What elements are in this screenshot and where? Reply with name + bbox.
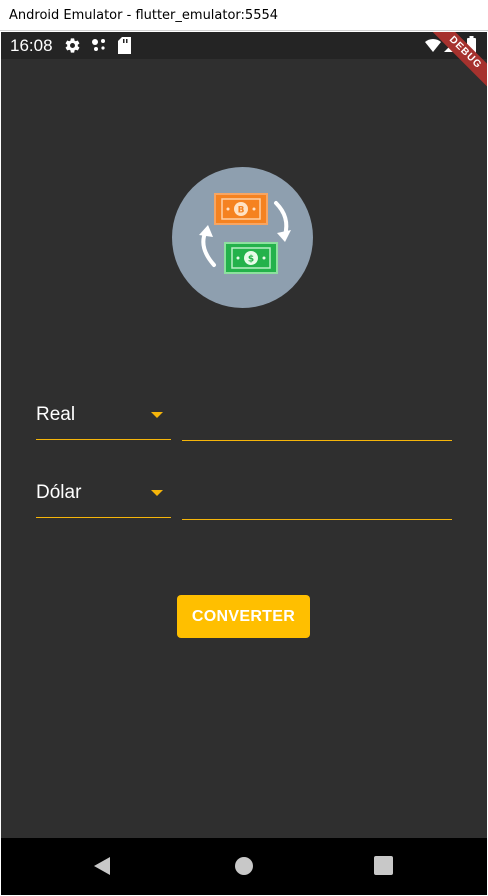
home-icon[interactable] xyxy=(234,856,254,881)
from-amount-input[interactable] xyxy=(182,400,452,441)
to-amount-input[interactable] xyxy=(182,479,452,520)
to-currency-dropdown[interactable]: Dólar xyxy=(36,477,171,518)
phone-screen: 16:08 DEBUG B $ Real Dólar CONVERTER xyxy=(1,32,487,895)
svg-text:B: B xyxy=(238,206,245,216)
wifi-icon xyxy=(425,38,441,57)
dropdown-arrow-icon xyxy=(151,412,163,418)
dropdown-arrow-icon xyxy=(151,490,163,496)
recents-icon[interactable] xyxy=(374,856,393,880)
to-currency-label: Dólar xyxy=(36,482,82,503)
status-time: 16:08 xyxy=(10,36,53,55)
navigation-bar xyxy=(1,838,487,895)
convert-button[interactable]: CONVERTER xyxy=(177,595,310,638)
from-currency-label: Real xyxy=(36,404,76,425)
gear-icon xyxy=(64,37,81,59)
assistant-dots-icon xyxy=(91,38,107,57)
window-title: Android Emulator - flutter_emulator:5554 xyxy=(0,0,488,31)
exchange-icon: B $ xyxy=(199,193,291,274)
currency-exchange-logo: B $ xyxy=(172,167,313,308)
status-bar: 16:08 xyxy=(1,32,487,59)
from-currency-dropdown[interactable]: Real xyxy=(36,399,171,440)
sd-card-icon xyxy=(118,37,131,59)
svg-text:$: $ xyxy=(248,255,254,265)
back-icon[interactable] xyxy=(93,856,111,881)
